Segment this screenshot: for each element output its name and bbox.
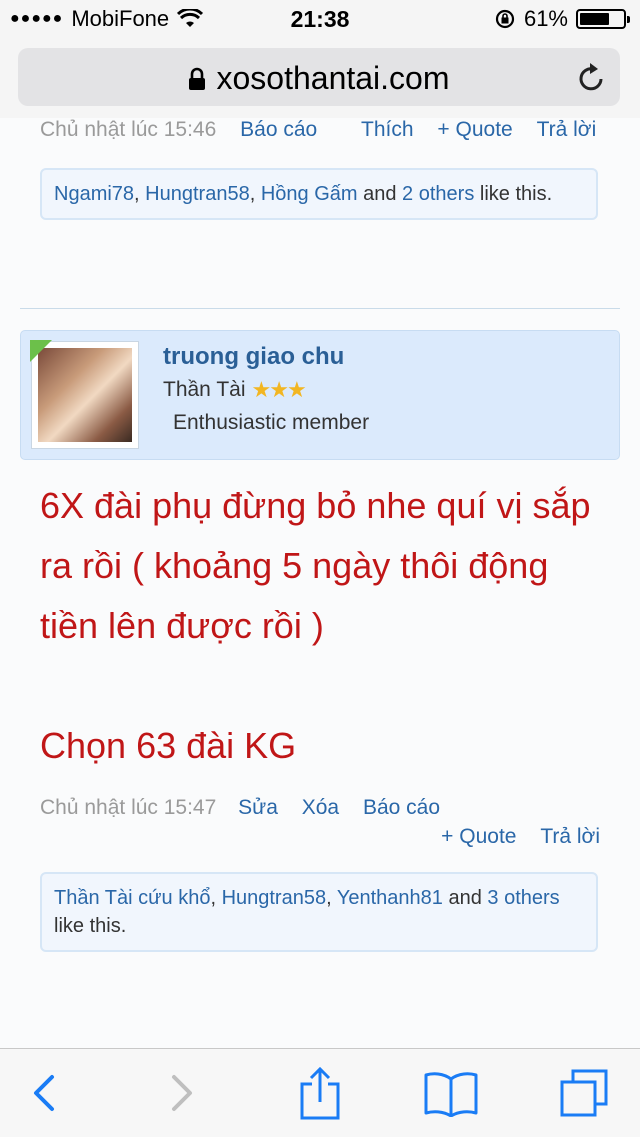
likes-summary: Ngami78, Hungtran58, Hồng Gấm and 2 othe…	[40, 168, 598, 220]
forward-icon	[172, 1075, 192, 1111]
liker-link[interactable]: Hungtran58	[222, 887, 327, 909]
author-role: Enthusiastic member	[173, 411, 370, 434]
bookmarks-button[interactable]	[418, 1049, 484, 1137]
avatar[interactable]	[30, 340, 139, 449]
online-indicator	[30, 340, 52, 362]
lock-icon	[189, 67, 206, 90]
report-link[interactable]: Báo cáo	[363, 796, 440, 819]
battery-icon	[576, 9, 630, 29]
address-bar[interactable]: xosothantai.com	[18, 48, 620, 106]
thread-content: Chủ nhật lúc 15:46 Báo cáo Thích + Quote…	[0, 118, 640, 1048]
author-name[interactable]: truong giao chu	[163, 343, 344, 371]
report-link[interactable]: Báo cáo	[240, 118, 317, 141]
reload-icon[interactable]	[576, 61, 606, 93]
status-right: 61%	[494, 6, 630, 32]
share-icon	[300, 1066, 340, 1120]
post-text: 6X đài phụ đừng bỏ nhe quí vị sắp ra rồi…	[40, 485, 591, 646]
liker-link[interactable]: Hồng Gấm	[261, 183, 358, 205]
reply-link[interactable]: Trả lời	[537, 118, 597, 141]
author-rank: Thần Tài ★★★	[163, 377, 307, 403]
prev-post-meta: Chủ nhật lúc 15:46 Báo cáo Thích + Quote…	[40, 118, 596, 142]
edit-link[interactable]: Sửa	[238, 796, 278, 819]
post-text: Chọn 63 đài KG	[40, 725, 297, 766]
forward-button[interactable]	[152, 1049, 212, 1137]
url-display[interactable]: xosothantai.com	[18, 60, 620, 97]
liker-link[interactable]: Yenthanh81	[337, 887, 443, 909]
others-link[interactable]: 2 others	[402, 183, 474, 205]
rank-title: Thần Tài	[163, 378, 246, 401]
avatar-image	[38, 348, 132, 442]
post-timestamp: Chủ nhật lúc 15:47	[40, 796, 217, 819]
url-text: xosothantai.com	[216, 60, 450, 96]
like-link[interactable]: Thích	[361, 118, 414, 141]
post-divider	[20, 308, 620, 309]
reply-link[interactable]: Trả lời	[540, 825, 600, 848]
likes-and: and	[363, 183, 397, 205]
liker-link[interactable]: Thần Tài cứu khổ	[54, 887, 210, 909]
liker-link[interactable]: Hungtran58	[145, 183, 250, 205]
others-link[interactable]: 3 others	[487, 887, 559, 909]
post-actions: + Quote Trả lời	[441, 825, 600, 849]
tabs-button[interactable]	[552, 1049, 616, 1137]
back-icon	[34, 1075, 54, 1111]
liker-link[interactable]: Ngami78	[54, 183, 134, 205]
share-button[interactable]	[288, 1049, 352, 1137]
star-rating-icon: ★★★	[251, 377, 307, 402]
bookmarks-icon	[424, 1072, 478, 1117]
likes-suffix: like this.	[54, 915, 127, 937]
likes-summary: Thần Tài cứu khổ, Hungtran58, Yenthanh81…	[40, 872, 598, 952]
delete-link[interactable]: Xóa	[302, 796, 339, 819]
likes-suffix: like this.	[479, 183, 553, 205]
battery-percent: 61%	[523, 6, 568, 31]
likes-and: and	[448, 887, 482, 909]
post-timestamp: Chủ nhật lúc 15:46	[40, 118, 217, 141]
post-meta: Chủ nhật lúc 15:47 Sửa Xóa Báo cáo	[40, 796, 440, 820]
author-card: truong giao chu Thần Tài ★★★ Enthusiasti…	[20, 330, 620, 460]
tabs-icon	[560, 1069, 608, 1117]
post-body: 6X đài phụ đừng bỏ nhe quí vị sắp ra rồi…	[40, 476, 610, 776]
back-button[interactable]	[14, 1049, 74, 1137]
quote-link[interactable]: + Quote	[441, 825, 516, 848]
browser-toolbar	[0, 1048, 640, 1137]
status-bar: ●●●●● MobiFone 21:38 61%	[0, 0, 640, 40]
quote-link[interactable]: + Quote	[437, 118, 512, 141]
orientation-lock-icon	[495, 9, 515, 29]
